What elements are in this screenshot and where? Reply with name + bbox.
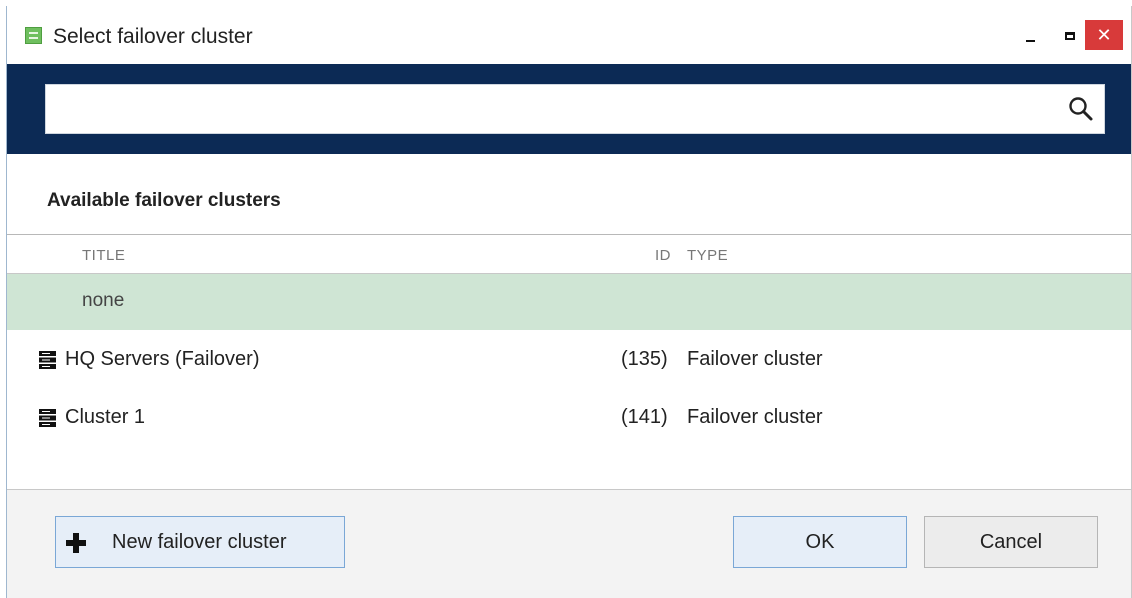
list-item-hq-servers[interactable]: HQ Servers (Failover) (135) Failover clu… <box>7 332 1131 388</box>
maximize-button[interactable] <box>1055 20 1085 50</box>
footer: New failover cluster OK Cancel <box>7 490 1131 598</box>
cell-type: Failover cluster <box>687 348 823 370</box>
list-item-cluster-1[interactable]: Cluster 1 (141) Failover cluster <box>7 390 1131 446</box>
cell-title: Cluster 1 <box>65 406 146 428</box>
list-header: TITLE ID TYPE <box>7 235 1131 274</box>
close-icon: ✕ <box>1096 25 1112 45</box>
list-item-none[interactable]: none <box>7 274 1131 330</box>
search-band <box>7 64 1131 154</box>
cell-title: HQ Servers (Failover) <box>65 348 260 370</box>
section-title: Available failover clusters <box>47 190 281 211</box>
plus-icon <box>66 533 86 553</box>
close-button[interactable]: ✕ <box>1085 20 1123 50</box>
ok-button[interactable]: OK <box>733 516 907 568</box>
server-icon <box>39 409 56 427</box>
maximize-icon <box>1065 32 1075 41</box>
title-bar[interactable]: Select failover cluster ✕ <box>7 6 1131 64</box>
minimize-icon <box>1025 40 1035 43</box>
server-icon <box>39 351 56 369</box>
cell-title: none <box>82 290 125 311</box>
column-header-type[interactable]: TYPE <box>687 247 728 264</box>
cell-id: (141) <box>621 406 668 428</box>
new-failover-cluster-label: New failover cluster <box>112 531 287 553</box>
column-header-id[interactable]: ID <box>655 247 671 264</box>
app-icon <box>25 27 42 44</box>
window-title: Select failover cluster <box>53 25 253 48</box>
search-icon[interactable] <box>1068 96 1094 122</box>
select-failover-cluster-dialog: Select failover cluster ✕ Available fail… <box>6 6 1132 598</box>
search-box[interactable] <box>45 84 1105 134</box>
cluster-list: TITLE ID TYPE none HQ Servers (Failover)… <box>7 234 1131 490</box>
minimize-button[interactable] <box>1011 20 1049 50</box>
new-failover-cluster-button[interactable]: New failover cluster <box>55 516 345 568</box>
search-input[interactable] <box>52 91 1056 129</box>
cancel-button[interactable]: Cancel <box>924 516 1098 568</box>
cell-id: (135) <box>621 348 668 370</box>
column-header-title[interactable]: TITLE <box>82 247 125 264</box>
cell-type: Failover cluster <box>687 406 823 428</box>
